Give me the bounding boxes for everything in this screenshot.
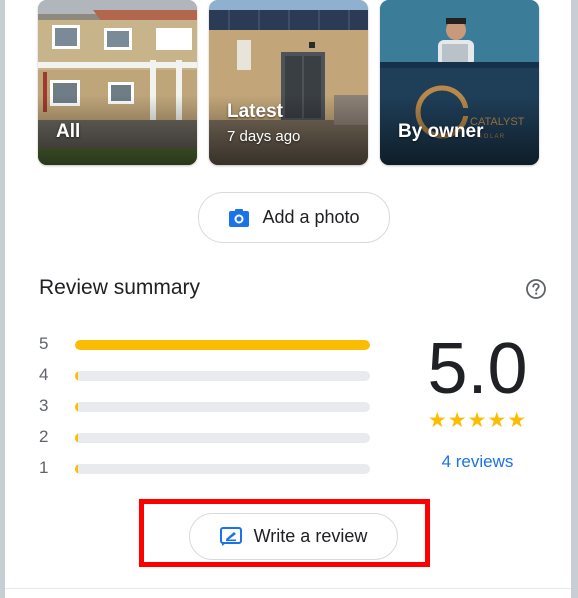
rating-stars: ★★★★★ [427,409,528,432]
rating-bar-track [75,402,370,412]
photo-title: All [56,121,81,142]
photo-subtitle: 7 days ago [227,128,301,145]
rating-row-4: 4 [39,365,379,387]
rating-row-1: 1 [39,458,379,480]
rating-bar-fill [75,464,78,474]
photo-card-by-owner[interactable]: CATALYST S O L A R By owner [380,0,539,165]
add-photo-label: Add a photo [262,207,360,227]
rating-row-label: 5 [39,334,49,353]
rating-row-label: 4 [39,365,49,384]
section-divider [5,588,571,589]
rating-row-2: 2 [39,427,379,449]
rating-row-label: 3 [39,396,49,415]
reviews-count-link[interactable]: 4 reviews [410,452,545,472]
write-review-label: Write a review [253,526,368,546]
add-photo-button[interactable]: Add a photo [198,192,390,243]
help-circle-icon[interactable] [525,278,547,300]
rating-bar-track [75,464,370,474]
photo-title: By owner [398,121,484,142]
write-review-icon [219,526,242,546]
photo-card-all[interactable]: All [38,0,197,165]
rating-bar-track [75,340,370,350]
rating-bar-track [75,433,370,443]
photo-title: Latest [227,101,283,122]
review-summary-title: Review summary [39,276,201,299]
write-review-button[interactable]: Write a review [189,513,398,560]
camera-icon [229,208,250,227]
rating-bar-fill [75,402,78,412]
rating-bar-fill [75,433,78,443]
rating-bar-fill [75,340,370,350]
place-panel: All Latest 7 days ago By owner Add a pho… [5,0,571,598]
rating-row-label: 2 [39,427,49,446]
rating-bar-fill [75,371,78,381]
rating-row-5: 5 [39,334,379,356]
average-rating: 5.0 [427,329,528,409]
rating-row-label: 1 [39,458,49,477]
photo-card-latest[interactable]: Latest 7 days ago [209,0,368,165]
rating-bar-track [75,371,370,381]
rating-row-3: 3 [39,396,379,418]
photo-strip: All Latest 7 days ago By owner [5,0,571,168]
